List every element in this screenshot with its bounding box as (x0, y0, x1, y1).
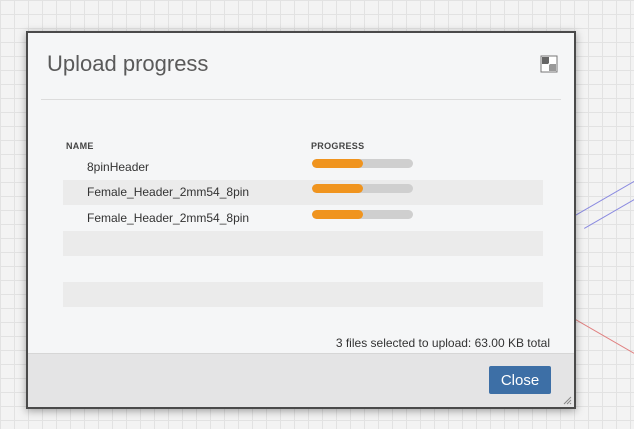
progress-fill (312, 159, 363, 168)
progress-bar (312, 210, 413, 219)
empty-row (63, 231, 543, 256)
workspace-axis-blue (575, 175, 634, 216)
progress-fill (312, 184, 363, 193)
file-row: Female_Header_2mm54_8pin (63, 206, 543, 231)
upload-progress-dialog: Upload progress NAME PROGRESS 8pinHeader… (26, 31, 576, 409)
title-separator (41, 99, 561, 100)
dialog-footer: Close (28, 353, 574, 407)
empty-row (63, 256, 543, 281)
file-row: Female_Header_2mm54_8pin (63, 180, 543, 205)
empty-row (63, 282, 543, 307)
file-name: Female_Header_2mm54_8pin (87, 211, 250, 225)
progress-bar (312, 159, 413, 168)
resize-grip-icon[interactable] (562, 395, 572, 405)
workspace-axis-blue-2 (584, 198, 634, 229)
column-header-progress: PROGRESS (311, 141, 365, 151)
progress-bar (312, 184, 413, 193)
progress-fill (312, 210, 363, 219)
maximize-icon[interactable] (540, 55, 558, 73)
column-header-name: NAME (66, 141, 94, 151)
file-name: Female_Header_2mm54_8pin (87, 185, 250, 199)
upload-summary: 3 files selected to upload: 63.00 KB tot… (335, 336, 550, 350)
file-row: 8pinHeader (63, 155, 543, 180)
dialog-title: Upload progress (47, 51, 209, 76)
file-name: 8pinHeader (87, 160, 150, 174)
close-button[interactable]: Close (489, 366, 551, 394)
